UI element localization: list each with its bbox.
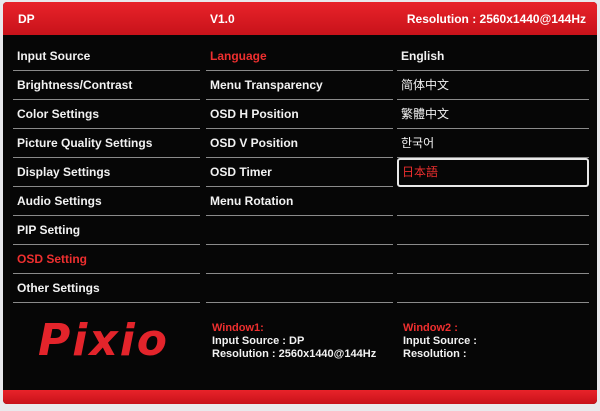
language-option-korean[interactable]: 한국어: [397, 129, 589, 158]
menu-item-color-settings[interactable]: Color Settings: [13, 100, 200, 129]
language-option-traditional-chinese[interactable]: 繁體中文: [397, 100, 589, 129]
current-resolution: Resolution : 2560x1440@144Hz: [406, 12, 586, 26]
window1-input-source: Input Source : DP: [212, 335, 305, 347]
submenu-empty-row: [206, 216, 393, 245]
submenu-item-osd-h-position[interactable]: OSD H Position: [206, 100, 393, 129]
language-option-simplified-chinese[interactable]: 简体中文: [397, 71, 589, 100]
window1-resolution: Resolution : 2560x1440@144Hz: [212, 348, 377, 360]
language-empty-row: [397, 216, 589, 245]
header-bar: DP V1.0 Resolution : 2560x1440@144Hz: [3, 2, 597, 35]
language-option-japanese[interactable]: 日本語: [397, 158, 589, 187]
submenu-item-osd-timer[interactable]: OSD Timer: [206, 158, 393, 187]
menu-item-display-settings[interactable]: Display Settings: [13, 158, 200, 187]
footer-bar: [3, 390, 597, 404]
menu-item-osd-setting[interactable]: OSD Setting: [13, 245, 200, 274]
osd-submenu: Language Menu Transparency OSD H Positio…: [206, 42, 393, 303]
window2-title: Window2 :: [403, 322, 458, 334]
menu-item-brightness-contrast[interactable]: Brightness/Contrast: [13, 71, 200, 100]
menu-item-other-settings[interactable]: Other Settings: [13, 274, 200, 303]
language-empty-row: [397, 187, 589, 216]
language-empty-row: [397, 245, 589, 274]
submenu-item-osd-v-position[interactable]: OSD V Position: [206, 129, 393, 158]
menu-item-picture-quality[interactable]: Picture Quality Settings: [13, 129, 200, 158]
pixio-logo: Pixio: [38, 315, 170, 366]
firmware-version: V1.0: [210, 12, 235, 26]
submenu-empty-row: [206, 245, 393, 274]
window1-info: Window1: Input Source : DP Resolution : …: [212, 322, 376, 361]
language-option-english[interactable]: English: [397, 42, 589, 71]
submenu-item-menu-transparency[interactable]: Menu Transparency: [206, 71, 393, 100]
menu-item-input-source[interactable]: Input Source: [13, 42, 200, 71]
main-menu: Input Source Brightness/Contrast Color S…: [13, 42, 200, 303]
language-options: English 简体中文 繁體中文 한국어 日本語: [397, 42, 589, 303]
window2-input-source: Input Source :: [403, 335, 477, 347]
window1-title: Window1:: [212, 322, 264, 334]
submenu-item-menu-rotation[interactable]: Menu Rotation: [206, 187, 393, 216]
osd-menu: DP V1.0 Resolution : 2560x1440@144Hz Inp…: [3, 2, 597, 404]
current-input-label: DP: [18, 12, 35, 26]
submenu-item-language[interactable]: Language: [206, 42, 393, 71]
language-empty-row: [397, 274, 589, 303]
window2-info: Window2 : Input Source : Resolution :: [403, 322, 477, 361]
menu-item-audio-settings[interactable]: Audio Settings: [13, 187, 200, 216]
submenu-empty-row: [206, 274, 393, 303]
menu-item-pip-setting[interactable]: PIP Setting: [13, 216, 200, 245]
window2-resolution: Resolution :: [403, 348, 467, 360]
